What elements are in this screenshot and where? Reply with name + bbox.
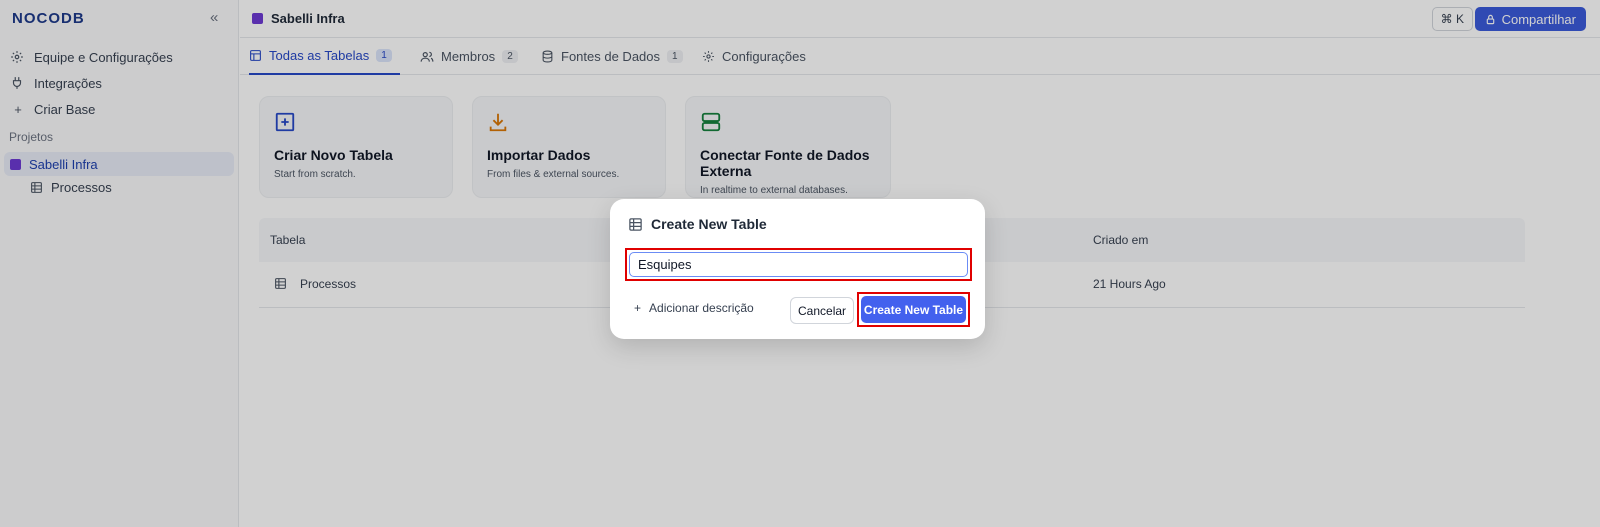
modal-title: Create New Table (651, 216, 767, 232)
create-button-highlight: Create New Table (857, 292, 970, 327)
table-name-highlight (625, 248, 972, 281)
plus-icon: + (634, 301, 642, 315)
cancel-button[interactable]: Cancelar (790, 297, 855, 324)
table-name-input[interactable] (629, 252, 968, 277)
table-grid-icon (628, 217, 643, 232)
create-table-modal: Create New Table + Adicionar descrição C… (610, 199, 985, 339)
add-description-label: Adicionar descrição (649, 301, 754, 315)
create-new-table-button[interactable]: Create New Table (861, 296, 966, 323)
modal-header: Create New Table (628, 216, 767, 232)
add-description-button[interactable]: + Adicionar descrição (634, 301, 754, 315)
